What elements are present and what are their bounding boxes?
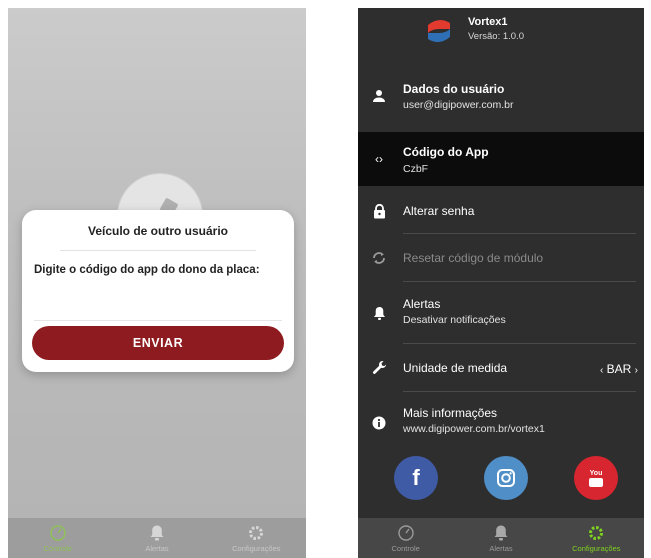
- nav-configuracoes[interactable]: Configurações: [207, 518, 306, 558]
- right-phone-drawer: Vortex1 Versão: 1.0.0 Dados do usuário u…: [358, 8, 644, 558]
- menu-reset-module-code[interactable]: Resetar código de módulo: [358, 234, 644, 282]
- info-icon: [370, 414, 388, 432]
- nav-label: Alertas: [489, 543, 513, 553]
- nav-alertas[interactable]: Alertas: [107, 518, 206, 558]
- left-phone-screen: Veículo de outro usuário Digite o código…: [8, 8, 306, 558]
- bottom-nav: Controle Alertas Configurações: [8, 518, 306, 558]
- lock-icon: [370, 202, 388, 220]
- menu-title: Dados do usuário: [403, 82, 505, 96]
- menu-title: Alterar senha: [403, 204, 475, 218]
- nav-configuracoes[interactable]: Configurações: [549, 518, 644, 558]
- menu-more-info[interactable]: Mais informações www.digipower.com.br/vo…: [358, 392, 644, 448]
- gauge-icon: [397, 524, 415, 542]
- menu-subtitle: user@digipower.com.br: [403, 99, 514, 111]
- menu-change-password[interactable]: Alterar senha: [358, 188, 644, 234]
- facebook-icon: f: [412, 465, 420, 490]
- gauge-icon: [49, 524, 67, 542]
- unit-selector[interactable]: ‹ BAR ›: [600, 362, 638, 376]
- menu-title: Mais informações: [403, 406, 498, 420]
- youtube-button[interactable]: You: [574, 456, 618, 500]
- other-user-vehicle-dialog: Veículo de outro usuário Digite o código…: [22, 210, 294, 372]
- app-version: Versão: 1.0.0: [468, 31, 524, 42]
- dialog-message: Digite o código do app do dono da placa:: [34, 264, 260, 276]
- instagram-icon: [497, 469, 515, 487]
- bell-icon: [148, 524, 166, 542]
- youtube-icon: You: [589, 470, 603, 487]
- menu-title: Resetar código de módulo: [403, 251, 544, 265]
- nav-label: Alertas: [145, 543, 169, 553]
- app-name: Vortex1: [468, 16, 508, 28]
- menu-subtitle: Desativar notificações: [403, 314, 506, 326]
- menu-title: Alertas: [403, 297, 441, 311]
- menu-title: Código do App: [403, 145, 489, 159]
- nav-controle[interactable]: Controle: [358, 518, 453, 558]
- menu-subtitle: www.digipower.com.br/vortex1: [403, 423, 545, 435]
- nav-label: Configurações: [572, 543, 621, 553]
- menu-app-code[interactable]: ‹› Código do App CzbF: [358, 132, 644, 186]
- gear-icon: [247, 524, 265, 542]
- nav-alertas[interactable]: Alertas: [453, 518, 548, 558]
- sync-icon: [370, 249, 388, 267]
- menu-title: Unidade de medida: [403, 361, 508, 375]
- bell-icon: [370, 304, 388, 322]
- person-icon: [370, 87, 388, 105]
- nav-label: Configurações: [232, 543, 281, 553]
- menu-user-data[interactable]: Dados do usuário user@digipower.com.br: [358, 70, 644, 122]
- menu-alerts[interactable]: Alertas Desativar notificações: [358, 282, 644, 344]
- nav-label: Controle: [391, 543, 420, 553]
- bottom-nav: Controle Alertas Configurações: [358, 518, 644, 558]
- instagram-button[interactable]: [484, 456, 528, 500]
- dialog-divider: [60, 250, 256, 251]
- menu-subtitle: CzbF: [403, 163, 429, 175]
- dialog-title: Veículo de outro usuário: [87, 224, 229, 238]
- unit-value: BAR: [606, 362, 632, 376]
- code-icon: ‹›: [375, 152, 383, 166]
- youtube-glyph: You: [589, 469, 603, 477]
- nav-controle[interactable]: Controle: [8, 518, 107, 558]
- chevron-right-icon[interactable]: ›: [635, 365, 638, 376]
- nav-label: Controle: [43, 543, 72, 553]
- facebook-button[interactable]: f: [394, 456, 438, 500]
- vortex-logo-icon: [424, 16, 454, 46]
- app-code-input[interactable]: [34, 306, 282, 321]
- wrench-icon: [370, 359, 388, 377]
- gear-icon: [587, 524, 605, 542]
- chevron-left-icon[interactable]: ‹: [600, 365, 603, 376]
- bell-icon: [492, 524, 510, 542]
- send-button[interactable]: ENVIAR: [32, 326, 284, 360]
- menu-measurement-unit[interactable]: Unidade de medida ‹ BAR ›: [358, 344, 644, 392]
